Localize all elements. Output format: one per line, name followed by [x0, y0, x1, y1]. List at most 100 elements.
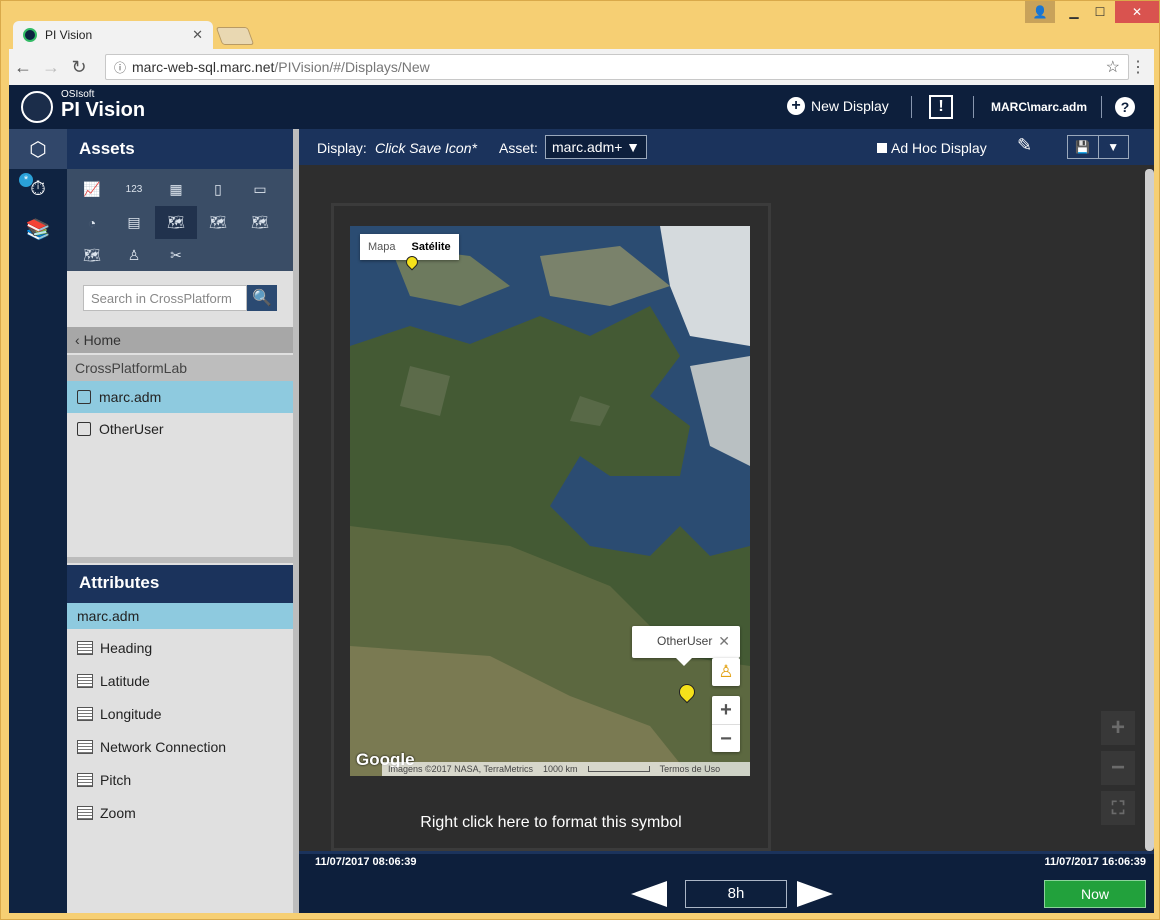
fit-to-screen-icon[interactable]: ⛶ — [1101, 791, 1135, 825]
new-display-button[interactable]: + New Display — [787, 97, 889, 115]
attribute-item[interactable]: Pitch — [67, 763, 293, 796]
attribute-label: Network Connection — [100, 738, 227, 755]
map-symbol[interactable]: Mapa Satélite OtherUser ✕ ♙ + − Google Im… — [331, 203, 771, 851]
map-view[interactable]: Mapa Satélite OtherUser ✕ ♙ + − Google Im… — [350, 226, 750, 776]
plus-circle-icon: + — [787, 97, 805, 115]
save-button[interactable]: 💾 ▼ — [1067, 135, 1129, 159]
assets-pane-icon[interactable]: ⬡ — [9, 129, 67, 169]
asset-search: Search in CrossPlatform 🔍 — [83, 285, 277, 311]
attribute-item[interactable]: Network Connection — [67, 730, 293, 763]
attribute-item[interactable]: Zoom — [67, 796, 293, 829]
duration-input[interactable]: 8h — [685, 880, 787, 908]
tab-title: PI Vision — [45, 28, 93, 42]
profile-icon[interactable]: 👤 — [1025, 1, 1055, 23]
zoom-in-button[interactable]: + — [712, 696, 740, 724]
value-icon[interactable]: 123 — [113, 173, 155, 206]
help-icon[interactable]: ? — [1115, 97, 1135, 117]
address-bar[interactable]: ⓘ marc-web-sql.marc.net/PIVision/#/Displ… — [105, 54, 1129, 80]
home-label: Home — [83, 332, 121, 348]
search-icon[interactable]: 🔍 — [247, 285, 277, 311]
list-icon — [77, 772, 93, 787]
reload-icon[interactable]: ↻ — [65, 57, 93, 78]
tools-icon[interactable]: ✂ — [155, 239, 197, 272]
pegman-icon[interactable]: ♙ — [712, 658, 740, 686]
attribute-item[interactable]: Longitude — [67, 697, 293, 730]
attribute-item[interactable]: Latitude — [67, 664, 293, 697]
attribute-list: Heading Latitude Longitude Network Conne… — [67, 631, 293, 829]
end-time[interactable]: 11/07/2017 16:06:39 — [1044, 856, 1146, 868]
asset-item[interactable]: OtherUser — [67, 413, 293, 445]
start-time[interactable]: 11/07/2017 08:06:39 — [315, 856, 417, 868]
vertical-scrollbar[interactable] — [1145, 169, 1154, 851]
save-menu-icon[interactable]: ▼ — [1097, 136, 1129, 158]
time-forward-icon[interactable] — [797, 881, 833, 907]
browser-tab[interactable]: PI Vision ✕ — [13, 21, 213, 49]
forward-icon[interactable]: → — [37, 57, 65, 78]
url-host: marc-web-sql.marc.net — [132, 59, 275, 75]
chevron-down-icon: ▼ — [626, 139, 640, 155]
window-close-button[interactable]: ✕ — [1115, 1, 1159, 23]
alert-icon[interactable]: ! — [929, 95, 953, 119]
left-rail: ⬡ ⏱ 📚 * — [9, 129, 67, 913]
tab-close-icon[interactable]: ✕ — [192, 27, 203, 43]
bookmark-star-icon[interactable]: ☆ — [1106, 57, 1120, 77]
timebar-line — [299, 851, 1154, 854]
checkbox[interactable] — [877, 143, 887, 153]
new-tab-button[interactable] — [215, 27, 255, 45]
now-button[interactable]: Now — [1044, 880, 1146, 908]
canvas-zoom-in-icon[interactable]: + — [1101, 711, 1135, 745]
map-icon[interactable]: 🗺 — [155, 206, 197, 239]
radial-gauge-icon[interactable]: ◔ — [71, 206, 113, 239]
attributes-title: Attributes — [67, 565, 293, 603]
time-back-icon[interactable] — [631, 881, 667, 907]
back-icon[interactable]: ← — [9, 57, 37, 78]
map-icon-3[interactable]: 🗺 — [239, 206, 281, 239]
terms-link[interactable]: Termos de Uso — [660, 764, 721, 774]
trend-icon[interactable]: 📈 — [71, 173, 113, 206]
figure-icon[interactable]: ♙ — [113, 239, 155, 272]
events-pane-icon[interactable]: ⏱ — [9, 169, 67, 209]
horizontal-gauge-icon[interactable]: ▭ — [239, 173, 281, 206]
adhoc-label: Ad Hoc Display — [891, 140, 987, 156]
info-icon[interactable]: ⓘ — [114, 59, 126, 76]
osisoft-logo — [21, 91, 53, 123]
table-icon[interactable]: ▦ — [155, 173, 197, 206]
assets-panel: Assets 📈 123 ▦ ▯ ▭ ◔ ▤ 🗺 🗺 🗺 🗺 ♙ ✂ Searc… — [67, 129, 293, 913]
asset-item[interactable]: marc.adm — [67, 381, 293, 413]
user-name[interactable]: MARC\marc.adm — [991, 100, 1087, 114]
map-type-map[interactable]: Mapa — [360, 234, 404, 260]
url-path: /PIVision/#/Displays/New — [274, 59, 430, 75]
maximize-button[interactable]: ☐ — [1085, 1, 1115, 23]
app-header: OSIsoft PI Vision + New Display ! MARC\m… — [9, 85, 1154, 129]
library-pane-icon[interactable]: 📚 — [9, 209, 67, 249]
pane-splitter[interactable] — [67, 557, 293, 563]
close-icon[interactable]: ✕ — [718, 633, 730, 650]
attribute-label: Longitude — [100, 705, 162, 722]
map-icon-4[interactable]: 🗺 — [71, 239, 113, 272]
pi-vision-app: OSIsoft PI Vision + New Display ! MARC\m… — [9, 85, 1154, 913]
attribute-label: Zoom — [100, 804, 136, 821]
attribute-label: Heading — [100, 639, 153, 656]
display-canvas[interactable]: Mapa Satélite OtherUser ✕ ♙ + − Google Im… — [299, 165, 1154, 851]
info-window: OtherUser ✕ — [632, 626, 740, 666]
save-icon[interactable]: 💾 — [1068, 136, 1098, 158]
search-input[interactable]: Search in CrossPlatform — [83, 285, 247, 311]
zoom-out-button[interactable]: − — [712, 724, 740, 752]
asset-table-icon[interactable]: ▤ — [113, 206, 155, 239]
cube-icon — [77, 422, 91, 436]
asset-select[interactable]: marc.adm+ ▼ — [545, 135, 647, 159]
adhoc-toggle[interactable]: Ad Hoc Display — [877, 140, 987, 156]
home-breadcrumb[interactable]: ‹ Home — [67, 327, 293, 353]
browser-window: PI Vision ✕ 👤 ▁ ☐ ✕ ← → ↻ ⓘ marc-web-sql… — [0, 0, 1160, 920]
list-icon — [77, 706, 93, 721]
brand-title: PI Vision — [61, 99, 146, 121]
map-icon-2[interactable]: 🗺 — [197, 206, 239, 239]
vertical-gauge-icon[interactable]: ▯ — [197, 173, 239, 206]
folder-label[interactable]: CrossPlatformLab — [67, 355, 293, 381]
pencil-ruler-icon[interactable]: ✎ — [1017, 135, 1032, 156]
browser-menu-icon[interactable]: ⋮ — [1130, 57, 1146, 77]
attribute-item[interactable]: Heading — [67, 631, 293, 664]
symbol-caption: Right click here to format this symbol — [420, 814, 682, 831]
canvas-zoom-out-icon[interactable]: − — [1101, 751, 1135, 785]
browser-toolbar: ← → ↻ ⓘ marc-web-sql.marc.net/PIVision/#… — [9, 49, 1154, 85]
